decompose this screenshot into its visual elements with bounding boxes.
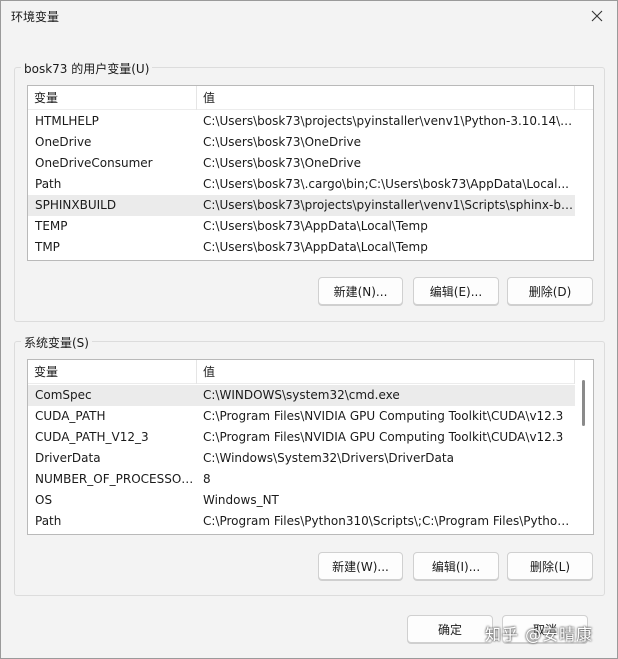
variable-name: DriverData [35,451,101,465]
title-bar: 环境变量 [1,1,617,31]
column-header-variable[interactable]: 变量 [28,360,197,384]
variable-name: OneDrive [35,135,92,149]
variable-value: C:\Users\bosk73\OneDrive [203,135,362,149]
column-header-value[interactable]: 值 [197,86,575,110]
system-variables-label: 系统变量(S) [21,334,92,351]
window-title: 环境变量 [11,10,60,24]
table-row[interactable]: TEMP C:\Users\bosk73\AppData\Local\Temp [28,216,593,237]
variable-value: C:\Users\bosk73\projects\pyinstaller\ven… [203,198,573,212]
close-button[interactable] [583,4,611,28]
column-header-value[interactable]: 值 [197,360,575,384]
variable-name: OS [35,493,53,507]
variable-value: C:\Program Files\NVIDIA GPU Computing To… [203,409,564,423]
column-header-variable[interactable]: 变量 [28,86,197,110]
variable-value: C:\Users\bosk73\OneDrive [203,156,362,170]
table-row[interactable]: OS Windows_NT [28,490,593,511]
table-row[interactable]: HTMLHELP C:\Users\bosk73\projects\pyinst… [28,111,593,132]
variable-value: C:\Program Files\NVIDIA GPU Computing To… [203,430,564,444]
variable-value: C:\Program Files\Python310\Scripts\;C:\P… [203,514,573,528]
environment-variables-dialog: 环境变量 bosk73 的用户变量(U) 变量 值 HTMLHELP C:\Us… [0,0,618,659]
list-header: 变量 值 [28,360,593,384]
table-row[interactable]: CUDA_PATH C:\Program Files\NVIDIA GPU Co… [28,406,593,427]
variable-value: C:\Users\bosk73\projects\pyinstaller\ven… [203,114,573,128]
ok-button[interactable]: 确定 [407,615,493,643]
table-row[interactable]: CUDA_PATH_V12_3 C:\Program Files\NVIDIA … [28,427,593,448]
vertical-scrollbar[interactable] [575,360,593,534]
table-row[interactable]: Path C:\Program Files\Python310\Scripts\… [28,511,593,532]
watermark: 知乎 @安晴康 [485,625,594,644]
system-variables-list[interactable]: 变量 值 ComSpec C:\WINDOWS\system32\cmd.exe… [27,359,594,535]
system-new-button[interactable]: 新建(W)... [318,552,403,580]
variable-value: C:\Users\bosk73\AppData\Local\Temp [203,240,428,254]
variable-name: ComSpec [35,388,92,402]
user-edit-button[interactable]: 编辑(E)... [413,277,499,305]
variable-value: 8 [203,472,211,486]
variable-name: OneDriveConsumer [35,156,153,170]
table-row[interactable]: OneDrive C:\Users\bosk73\OneDrive [28,132,593,153]
variable-name: SPHINXBUILD [35,198,117,212]
table-row-selected[interactable]: ComSpec C:\WINDOWS\system32\cmd.exe [28,385,575,406]
table-row[interactable]: DriverData C:\Windows\System32\Drivers\D… [28,448,593,469]
user-delete-button[interactable]: 删除(D) [507,277,593,305]
variable-name: Path [35,514,62,528]
close-icon [591,10,603,22]
variable-value: Windows_NT [203,493,279,507]
variable-name: TMP [35,240,60,254]
list-header: 变量 值 [28,86,593,110]
variable-name: Path [35,177,62,191]
variable-value: C:\Users\bosk73\AppData\Local\Temp [203,219,428,233]
variable-name: TEMP [35,219,68,233]
variable-name: CUDA_PATH [35,409,106,423]
variable-value: C:\Users\bosk73\.cargo\bin;C:\Users\bosk… [203,177,569,191]
variable-name: CUDA_PATH_V12_3 [35,430,149,444]
user-variables-list[interactable]: 变量 值 HTMLHELP C:\Users\bosk73\projects\p… [27,85,594,261]
variable-value: C:\Windows\System32\Drivers\DriverData [203,451,454,465]
table-row[interactable]: OneDriveConsumer C:\Users\bosk73\OneDriv… [28,153,593,174]
user-variables-label: bosk73 的用户变量(U) [21,60,153,77]
system-delete-button[interactable]: 删除(L) [507,552,593,580]
variable-name: HTMLHELP [35,114,99,128]
system-edit-button[interactable]: 编辑(I)... [413,552,499,580]
table-row[interactable]: Path C:\Users\bosk73\.cargo\bin;C:\Users… [28,174,593,195]
variable-name: NUMBER_OF_PROCESSORS [35,472,197,486]
table-row[interactable]: NUMBER_OF_PROCESSORS 8 [28,469,593,490]
table-row[interactable]: TMP C:\Users\bosk73\AppData\Local\Temp [28,237,593,258]
table-row-selected[interactable]: SPHINXBUILD C:\Users\bosk73\projects\pyi… [28,195,575,216]
scrollbar-thumb[interactable] [582,380,585,426]
user-new-button[interactable]: 新建(N)... [318,277,403,305]
variable-value: C:\WINDOWS\system32\cmd.exe [203,388,400,402]
